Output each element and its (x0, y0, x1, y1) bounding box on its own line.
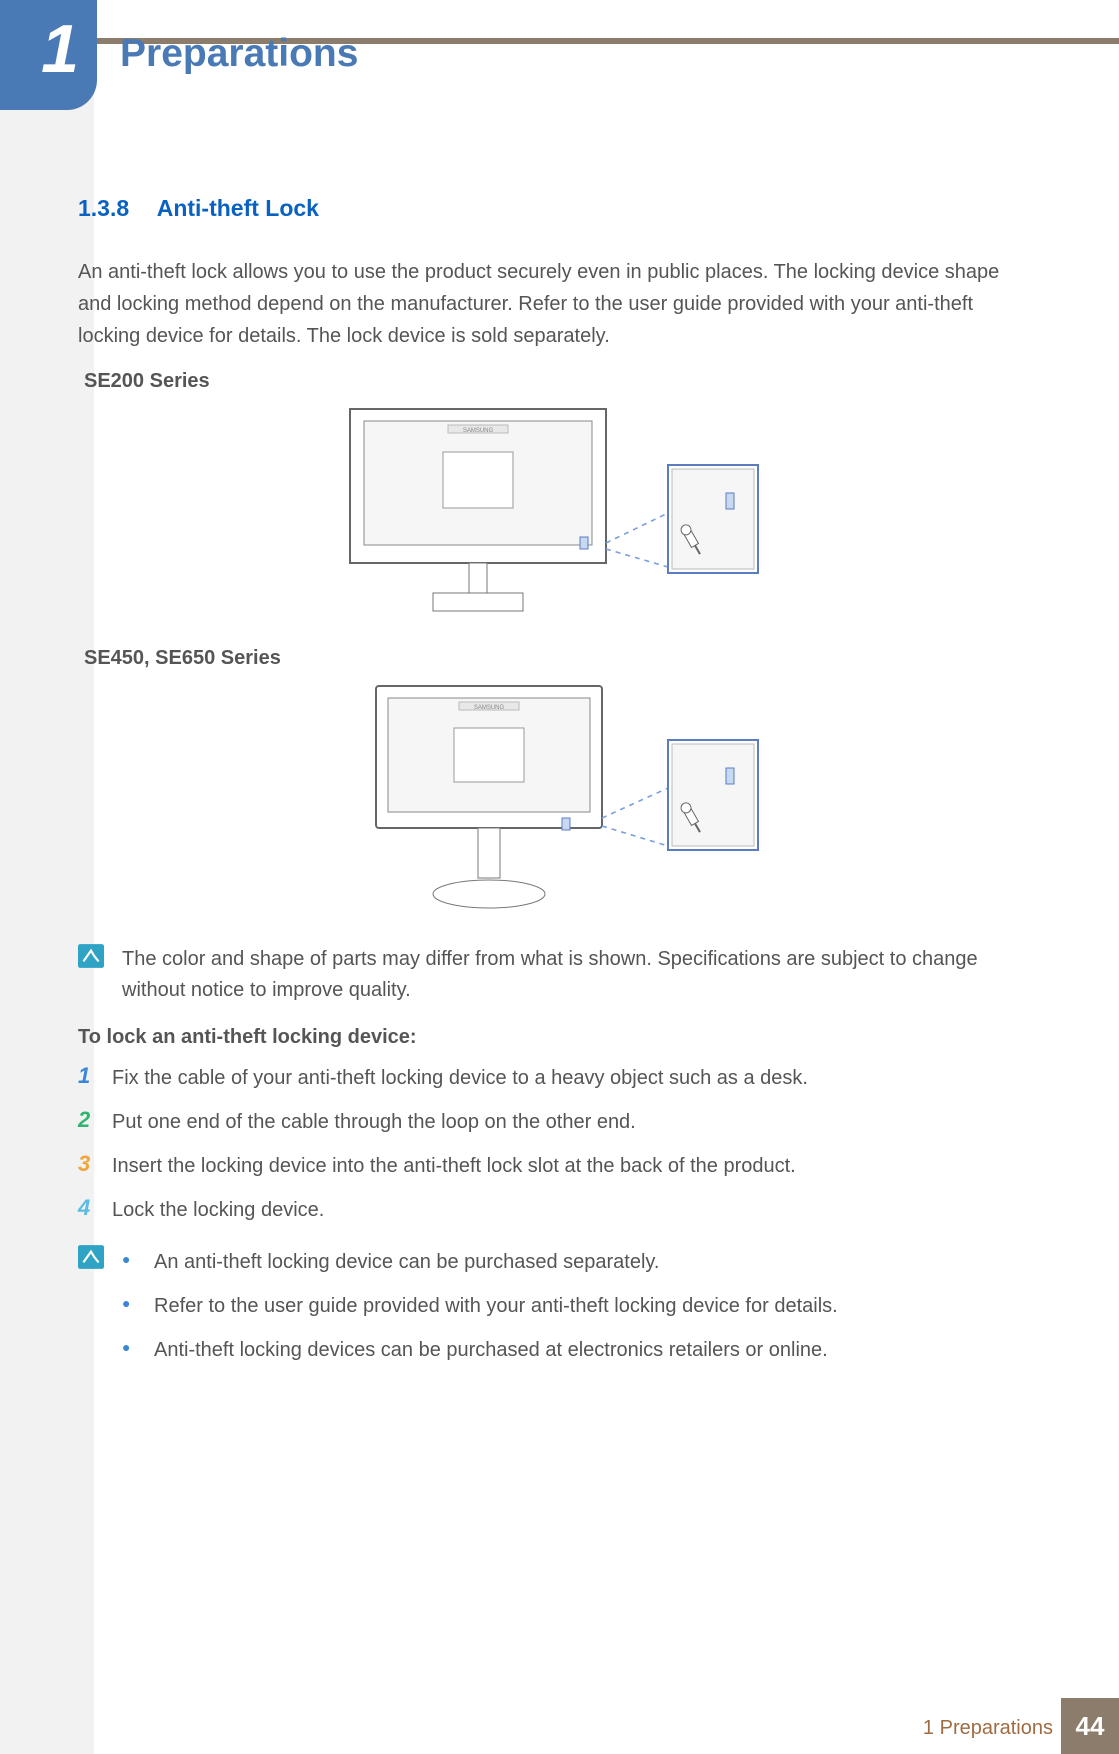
step-number: 3 (78, 1151, 112, 1181)
monitor-se450-illustration: SAMSUNG (348, 684, 768, 924)
note-row-1: The color and shape of parts may differ … (78, 944, 1038, 1006)
chapter-tab: 1 (0, 0, 97, 110)
bullet-icon: ● (122, 1291, 154, 1321)
chapter-title: Preparations (120, 32, 358, 76)
footer-label: 1 Preparations (923, 1717, 1053, 1740)
note-bullet-list: ●An anti-theft locking device can be pur… (122, 1241, 838, 1379)
series2-label: SE450, SE650 Series (84, 647, 1038, 670)
bullet-item: ●Anti-theft locking devices can be purch… (122, 1335, 838, 1365)
intro-paragraph: An anti-theft lock allows you to use the… (78, 256, 1038, 352)
page-content: 1.3.8 Anti-theft Lock An anti-theft lock… (78, 195, 1038, 1379)
note-row-2: ●An anti-theft locking device can be pur… (78, 1241, 1038, 1379)
steps-list: 1Fix the cable of your anti-theft lockin… (78, 1063, 1038, 1225)
step-1: 1Fix the cable of your anti-theft lockin… (78, 1063, 1038, 1093)
note-icon (78, 1245, 106, 1269)
bullet-icon: ● (122, 1335, 154, 1365)
section-number: 1.3.8 (78, 195, 129, 221)
section-heading: 1.3.8 Anti-theft Lock (78, 195, 1038, 222)
figure-se450: SAMSUNG (78, 684, 1038, 924)
bullet-text: Anti-theft locking devices can be purcha… (154, 1335, 828, 1365)
step-text: Put one end of the cable through the loo… (112, 1107, 636, 1137)
bullet-text: Refer to the user guide provided with yo… (154, 1291, 838, 1321)
step-3: 3Insert the locking device into the anti… (78, 1151, 1038, 1181)
brand-label-2: SAMSUNG (474, 705, 505, 711)
step-number: 4 (78, 1195, 112, 1225)
note-icon (78, 944, 106, 968)
step-number: 2 (78, 1107, 112, 1137)
monitor-se200-illustration: SAMSUNG (348, 407, 768, 627)
brand-label: SAMSUNG (463, 428, 494, 434)
bullet-item: ●Refer to the user guide provided with y… (122, 1291, 838, 1321)
footer: 1 Preparations 44 (0, 1698, 1119, 1754)
step-text: Insert the locking device into the anti-… (112, 1151, 796, 1181)
step-text: Fix the cable of your anti-theft locking… (112, 1063, 808, 1093)
figure-se200: SAMSUNG (78, 407, 1038, 627)
step-text: Lock the locking device. (112, 1195, 324, 1225)
step-number: 1 (78, 1063, 112, 1093)
chapter-number: 1 (41, 10, 79, 88)
bullet-item: ●An anti-theft locking device can be pur… (122, 1247, 838, 1277)
note-text-1: The color and shape of parts may differ … (122, 944, 1038, 1006)
step-2: 2Put one end of the cable through the lo… (78, 1107, 1038, 1137)
bullet-text: An anti-theft locking device can be purc… (154, 1247, 660, 1277)
series1-label: SE200 Series (84, 370, 1038, 393)
instructions-heading: To lock an anti-theft locking device: (78, 1026, 1038, 1049)
bullet-icon: ● (122, 1247, 154, 1277)
section-title: Anti-theft Lock (157, 195, 319, 221)
footer-page: 44 (1061, 1698, 1119, 1754)
step-4: 4Lock the locking device. (78, 1195, 1038, 1225)
